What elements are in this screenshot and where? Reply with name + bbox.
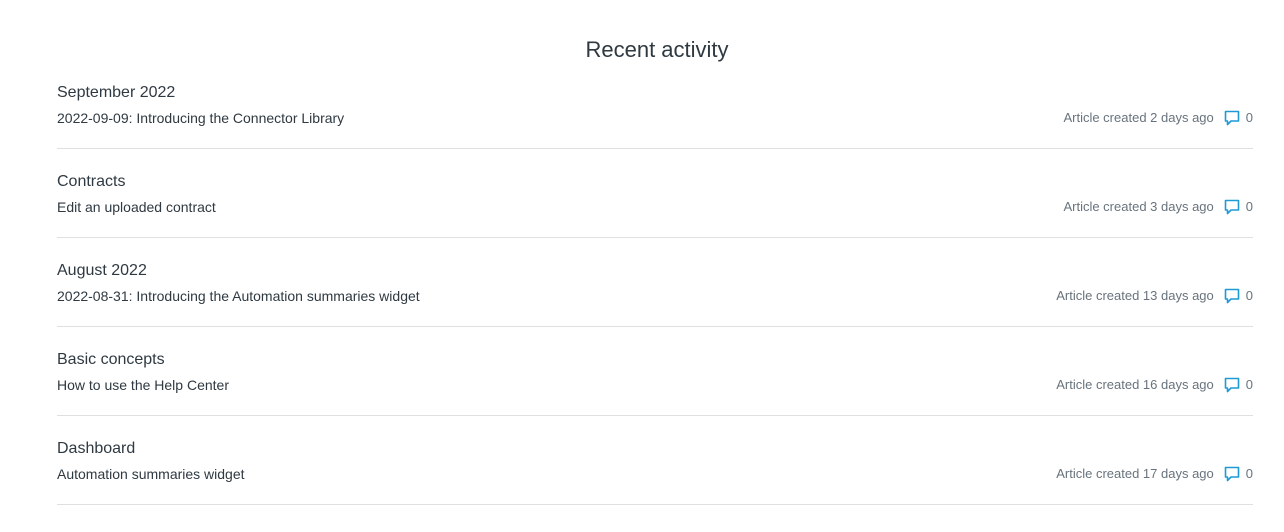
activity-meta: Article created 3 days ago 0 <box>1063 198 1253 216</box>
comment-count: 0 <box>1245 110 1253 125</box>
comment-count: 0 <box>1245 377 1253 392</box>
activity-article-link[interactable]: Automation summaries widget <box>57 465 245 483</box>
activity-item: Basic concepts How to use the Help Cente… <box>57 327 1253 416</box>
comment-bubble-icon <box>1223 376 1241 394</box>
recent-activity-list: September 2022 2022-09-09: Introducing t… <box>57 60 1253 505</box>
comment-count: 0 <box>1245 288 1253 303</box>
activity-meta: Article created 2 days ago 0 <box>1063 109 1253 127</box>
activity-article-link[interactable]: Edit an uploaded contract <box>57 198 216 216</box>
activity-meta: Article created 13 days ago 0 <box>1056 287 1253 305</box>
activity-item: August 2022 2022-08-31: Introducing the … <box>57 238 1253 327</box>
comment-count: 0 <box>1245 199 1253 214</box>
activity-meta-text: Article created 17 days ago <box>1056 466 1214 481</box>
activity-article-link[interactable]: 2022-09-09: Introducing the Connector Li… <box>57 109 344 127</box>
activity-section-link[interactable]: August 2022 <box>57 261 147 281</box>
activity-article-link[interactable]: How to use the Help Center <box>57 376 229 394</box>
activity-meta: Article created 16 days ago 0 <box>1056 376 1253 394</box>
activity-section-link[interactable]: September 2022 <box>57 83 175 103</box>
activity-item: Contracts Edit an uploaded contract Arti… <box>57 149 1253 238</box>
comment-bubble-icon <box>1223 287 1241 305</box>
comment-bubble-icon <box>1223 198 1241 216</box>
activity-section-link[interactable]: Basic concepts <box>57 350 165 370</box>
activity-meta: Article created 17 days ago 0 <box>1056 465 1253 483</box>
activity-meta-text: Article created 13 days ago <box>1056 288 1214 303</box>
activity-meta-text: Article created 16 days ago <box>1056 377 1214 392</box>
activity-item: Dashboard Automation summaries widget Ar… <box>57 416 1253 505</box>
activity-meta-text: Article created 2 days ago <box>1063 110 1214 125</box>
activity-section-link[interactable]: Contracts <box>57 172 125 192</box>
activity-item: September 2022 2022-09-09: Introducing t… <box>57 60 1253 149</box>
comment-bubble-icon <box>1223 465 1241 483</box>
comment-bubble-icon <box>1223 109 1241 127</box>
activity-section-link[interactable]: Dashboard <box>57 439 135 459</box>
comment-count: 0 <box>1245 466 1253 481</box>
activity-meta-text: Article created 3 days ago <box>1063 199 1214 214</box>
activity-article-link[interactable]: 2022-08-31: Introducing the Automation s… <box>57 287 420 305</box>
